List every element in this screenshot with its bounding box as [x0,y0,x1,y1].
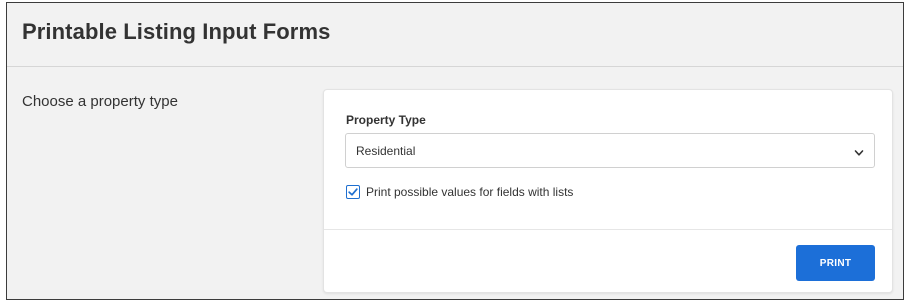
print-values-label: Print possible values for fields with li… [366,185,574,199]
property-type-selected-value: Residential [356,144,416,158]
print-values-checkbox[interactable] [346,185,360,199]
print-button[interactable]: PRINT [796,245,875,281]
page-title: Printable Listing Input Forms [22,19,331,44]
section-label: Choose a property type [22,93,178,110]
chevron-down-icon [854,145,864,156]
printable-forms-panel: Printable Listing Input Forms Choose a p… [6,2,904,300]
checkmark-icon [348,188,358,196]
page-header: Printable Listing Input Forms [7,3,903,67]
card-body: Property Type Residential Print possible… [324,90,892,230]
property-type-card: Property Type Residential Print possible… [323,89,893,293]
print-values-option[interactable]: Print possible values for fields with li… [346,183,573,201]
property-type-label: Property Type [346,113,426,127]
property-type-select[interactable]: Residential [345,133,875,168]
